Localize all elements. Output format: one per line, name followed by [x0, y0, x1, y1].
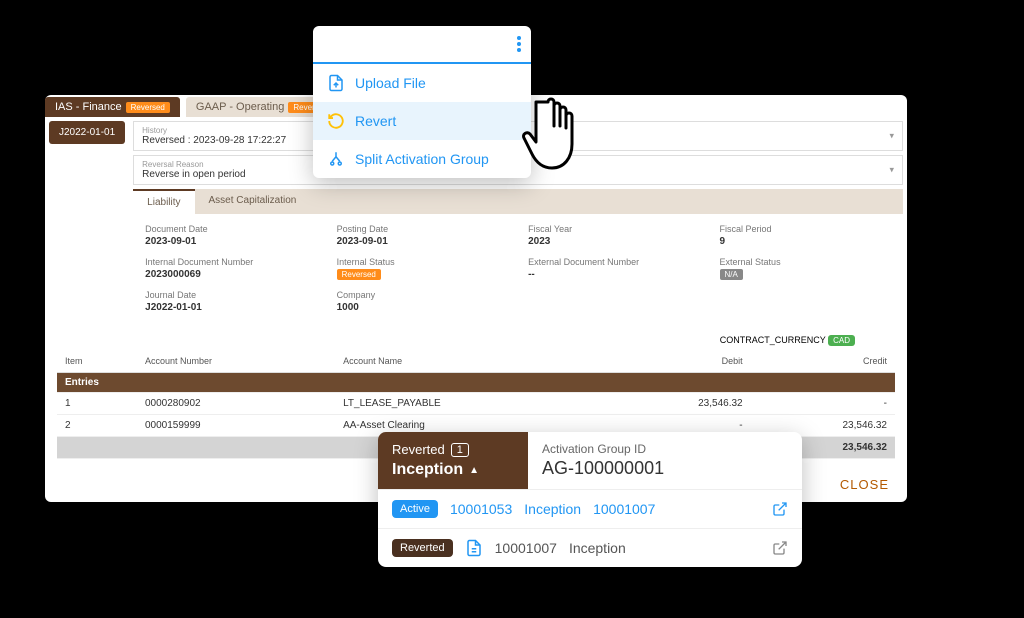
- col-account-name: Account Name: [335, 350, 606, 373]
- status-badge: Active: [392, 500, 438, 518]
- activation-name: Inception: [569, 540, 626, 556]
- col-debit: Debit: [606, 350, 750, 373]
- internal-status: Internal StatusReversed: [337, 257, 508, 280]
- activation-row-reverted[interactable]: Reverted 10001007 Inception: [378, 528, 802, 567]
- ag-id-label: Activation Group ID: [542, 442, 788, 456]
- col-account-number: Account Number: [137, 350, 335, 373]
- entries-header: Entries: [57, 373, 895, 393]
- card-header-left[interactable]: Reverted 1 Inception ▲: [378, 432, 528, 489]
- split-icon: [327, 150, 345, 168]
- actions-dropdown: Upload File Revert Split Activation Grou…: [313, 26, 531, 178]
- fiscal-year: Fiscal Year2023: [528, 224, 699, 247]
- col-credit: Credit: [751, 350, 895, 373]
- activation-id[interactable]: 10001053: [450, 501, 512, 517]
- menu-label: Upload File: [355, 75, 426, 91]
- close-button[interactable]: CLOSE: [840, 477, 889, 492]
- activation-name: Inception: [524, 501, 581, 517]
- menu-label: Revert: [355, 113, 396, 129]
- fiscal-period: Fiscal Period9: [720, 224, 891, 247]
- card-header-right: Activation Group ID AG-100000001: [528, 432, 802, 489]
- internal-doc-number: Internal Document Number2023000069: [145, 257, 316, 280]
- open-external-icon[interactable]: [772, 540, 788, 556]
- upload-icon: [327, 74, 345, 92]
- tab-ias-finance[interactable]: IAS - Finance Reversed: [45, 97, 180, 117]
- reversed-badge: Reversed: [126, 102, 170, 113]
- inception-label: Inception: [392, 461, 463, 479]
- pointer-hand-icon: [520, 92, 596, 182]
- external-status: External StatusN/A: [720, 257, 891, 280]
- reverted-count: 1: [451, 443, 469, 457]
- journal-date: Journal DateJ2022-01-01: [145, 290, 316, 313]
- menu-label: Split Activation Group: [355, 151, 489, 167]
- document-date: Document Date2023-09-01: [145, 224, 316, 247]
- chevron-down-icon: ▾: [889, 165, 894, 176]
- subtab-asset-capitalization[interactable]: Asset Capitalization: [195, 189, 311, 214]
- menu-upload-file[interactable]: Upload File: [313, 64, 531, 102]
- activation-id[interactable]: 10001007: [593, 501, 655, 517]
- chevron-down-icon: ▾: [889, 131, 894, 142]
- revert-icon: [327, 112, 345, 130]
- activation-row-active[interactable]: Active 10001053 Inception 10001007: [378, 489, 802, 528]
- table-row: 1 0000280902 LT_LEASE_PAYABLE 23,546.32 …: [57, 393, 895, 415]
- external-doc-number: External Document Number--: [528, 257, 699, 280]
- menu-split-activation-group[interactable]: Split Activation Group: [313, 140, 531, 178]
- tab-label: GAAP - Operating: [196, 101, 284, 113]
- collapse-icon: ▲: [469, 465, 479, 476]
- menu-revert[interactable]: Revert: [313, 102, 531, 140]
- col-item: Item: [57, 350, 137, 373]
- detail-panel: Document Date2023-09-01 Posting Date2023…: [133, 214, 903, 331]
- activation-group-card: Reverted 1 Inception ▲ Activation Group …: [378, 432, 802, 567]
- posting-date: Posting Date2023-09-01: [337, 224, 508, 247]
- reverted-label: Reverted: [392, 442, 445, 457]
- company: Company1000: [337, 290, 508, 313]
- status-badge: Reversed: [337, 269, 381, 280]
- ag-id-value: AG-100000001: [542, 458, 788, 479]
- subtab-liability[interactable]: Liability: [133, 189, 194, 214]
- status-badge: N/A: [720, 269, 743, 280]
- open-external-icon[interactable]: [772, 501, 788, 517]
- document-icon: [465, 539, 483, 557]
- activation-id[interactable]: 10001007: [495, 540, 557, 556]
- tab-label: IAS - Finance: [55, 101, 122, 113]
- contract-currency: CONTRACT_CURRENCY CAD: [57, 331, 895, 350]
- kebab-icon[interactable]: [515, 34, 523, 54]
- subtab-row: Liability Asset Capitalization: [133, 189, 903, 214]
- status-badge: Reverted: [392, 539, 453, 557]
- dropdown-header: [313, 26, 531, 64]
- journal-date-chip[interactable]: J2022-01-01: [49, 121, 125, 144]
- currency-badge: CAD: [828, 335, 855, 346]
